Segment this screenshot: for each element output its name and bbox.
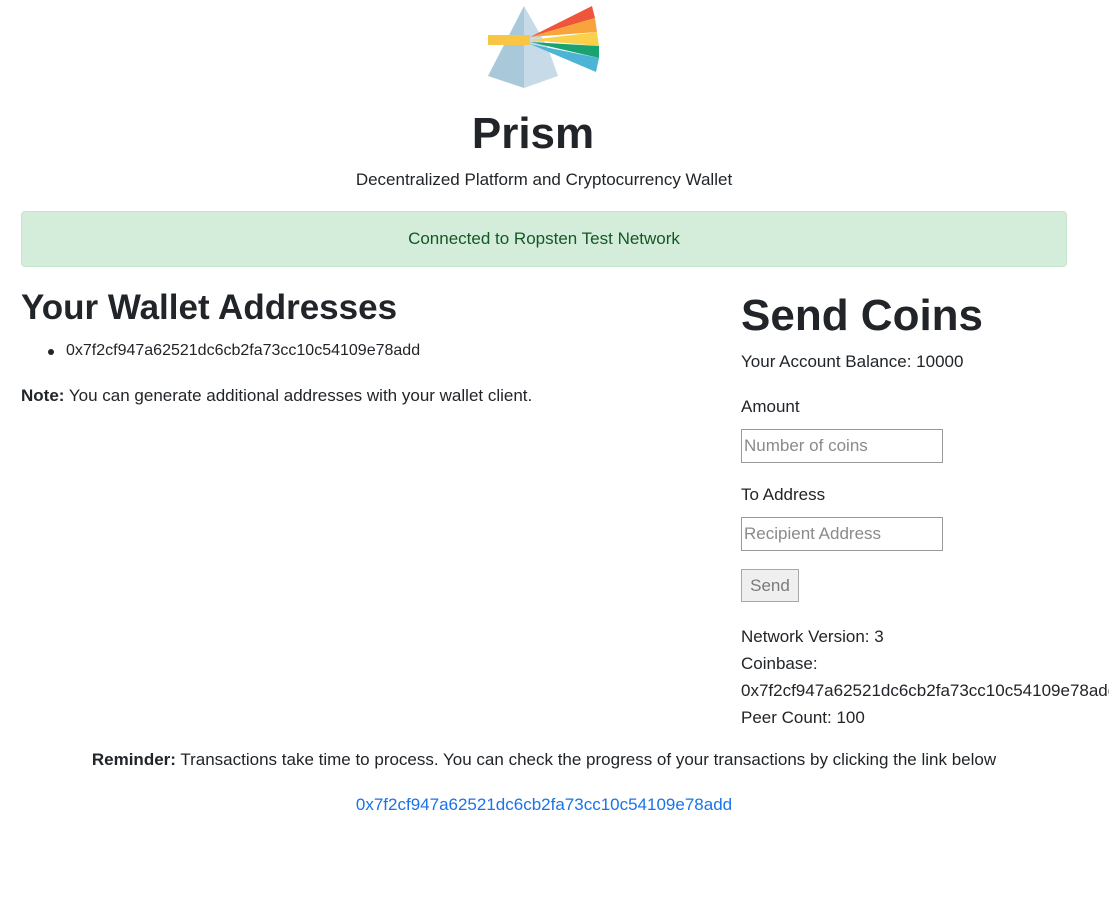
transaction-link[interactable]: 0x7f2cf947a62521dc6cb2fa73cc10c54109e78a… (356, 795, 732, 814)
network-status-text: Connected to Ropsten Test Network (408, 229, 680, 248)
bullet-icon (48, 349, 54, 355)
to-address-label: To Address (741, 485, 826, 504)
list-item: 0x7f2cf947a62521dc6cb2fa73cc10c54109e78a… (46, 340, 420, 362)
wallet-note: Note: You can generate additional addres… (21, 385, 532, 407)
reminder-text: Reminder: Transactions take time to proc… (0, 749, 1088, 771)
coinbase-label: Coinbase: (741, 654, 818, 673)
app-subtitle: Decentralized Platform and Cryptocurrenc… (355, 170, 733, 189)
recipient-address-input[interactable] (741, 517, 943, 551)
network-version-value: 3 (874, 627, 884, 646)
network-info: Network Version: 3 Coinbase: 0x7f2cf947a… (741, 623, 1109, 731)
coinbase-address: 0x7f2cf947a62521dc6cb2fa73cc10c54109e78a… (741, 681, 1109, 700)
peer-count-label: Peer Count: (741, 708, 837, 727)
balance-label: Your Account Balance: (741, 352, 917, 371)
network-status-alert: Connected to Ropsten Test Network (21, 211, 1067, 267)
reminder-body: Transactions take time to process. You c… (175, 750, 997, 769)
wallet-address-list: 0x7f2cf947a62521dc6cb2fa73cc10c54109e78a… (46, 340, 420, 362)
balance-value: 10000 (916, 352, 964, 371)
amount-input[interactable] (741, 429, 943, 463)
peer-count: Peer Count: 100 (741, 704, 1109, 731)
send-coins-heading: Send Coins (741, 291, 984, 340)
peer-count-value: 100 (836, 708, 865, 727)
amount-label: Amount (741, 397, 800, 416)
note-text: You can generate additional addresses wi… (64, 386, 533, 405)
network-version: Network Version: 3 (741, 623, 1109, 650)
wallet-address: 0x7f2cf947a62521dc6cb2fa73cc10c54109e78a… (66, 342, 421, 359)
page: Prism Decentralized Platform and Cryptoc… (0, 0, 1109, 923)
send-button[interactable]: Send (741, 569, 799, 602)
note-label: Note: (21, 386, 65, 405)
app-title: Prism (471, 109, 595, 158)
prism-logo-icon (488, 6, 599, 88)
network-version-label: Network Version: (741, 627, 875, 646)
account-balance: Your Account Balance: 10000 (741, 351, 963, 373)
wallet-addresses-heading: Your Wallet Addresses (21, 288, 398, 327)
transaction-link-row: 0x7f2cf947a62521dc6cb2fa73cc10c54109e78a… (0, 794, 1088, 816)
reminder-label: Reminder: (91, 750, 176, 769)
